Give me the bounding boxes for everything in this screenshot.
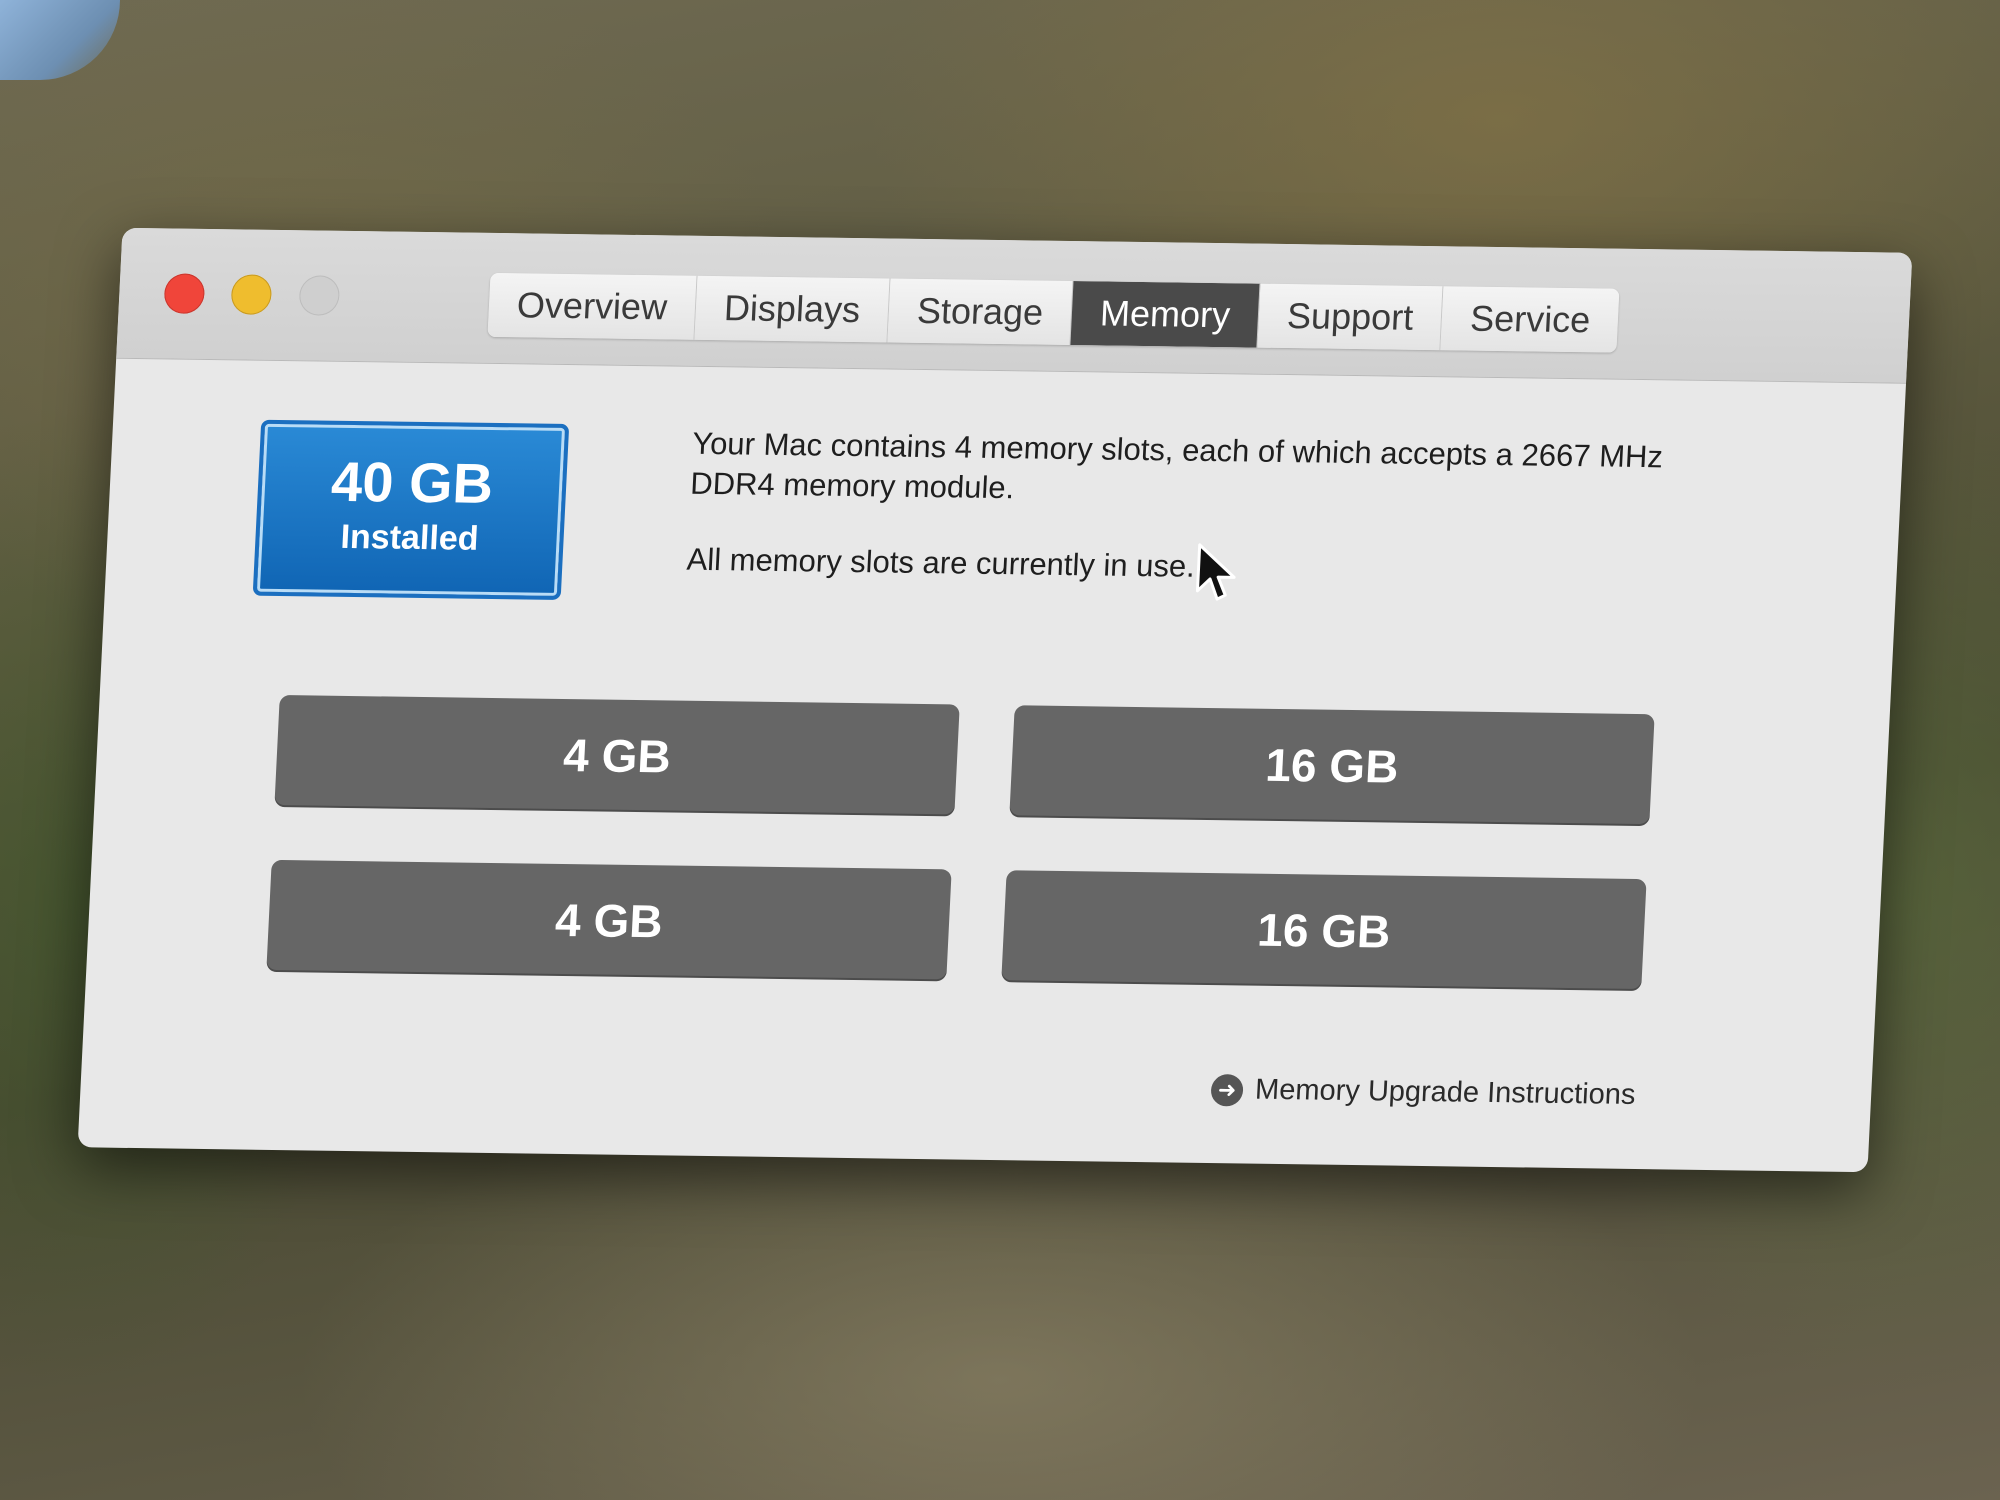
- memory-upgrade-label: Memory Upgrade Instructions: [1254, 1073, 1637, 1111]
- tab-storage[interactable]: Storage: [887, 278, 1074, 346]
- arrow-right-circle-icon: ➜: [1210, 1073, 1244, 1106]
- tab-overview[interactable]: Overview: [487, 272, 698, 340]
- tab-bar: Overview Displays Storage Memory Support…: [487, 272, 1620, 353]
- minimize-button[interactable]: [230, 274, 273, 315]
- titlebar: Overview Displays Storage Memory Support…: [116, 227, 1913, 384]
- desktop-sky: [0, 0, 120, 80]
- tab-memory[interactable]: Memory: [1070, 281, 1261, 348]
- mouse-pointer-icon: [1195, 543, 1236, 601]
- memory-slot-4: 16 GB: [1001, 870, 1647, 992]
- memory-upgrade-link[interactable]: ➜ Memory Upgrade Instructions: [1210, 1073, 1636, 1112]
- installed-memory-size: 40 GB: [329, 449, 495, 515]
- slot-info-text: Your Mac contains 4 memory slots, each o…: [689, 425, 1664, 506]
- tab-displays[interactable]: Displays: [694, 275, 891, 343]
- memory-slot-1: 4 GB: [274, 695, 960, 817]
- installed-label: Installed: [339, 517, 480, 558]
- close-button[interactable]: [163, 273, 206, 314]
- memory-installed-badge: 40 GB Installed: [252, 419, 570, 600]
- tab-service[interactable]: Service: [1440, 286, 1620, 353]
- memory-slot-3: 4 GB: [266, 859, 952, 982]
- memory-slot-2: 16 GB: [1009, 705, 1655, 827]
- zoom-button[interactable]: [298, 275, 341, 316]
- about-this-mac-window: Overview Displays Storage Memory Support…: [77, 227, 1913, 1173]
- tab-support[interactable]: Support: [1257, 283, 1444, 351]
